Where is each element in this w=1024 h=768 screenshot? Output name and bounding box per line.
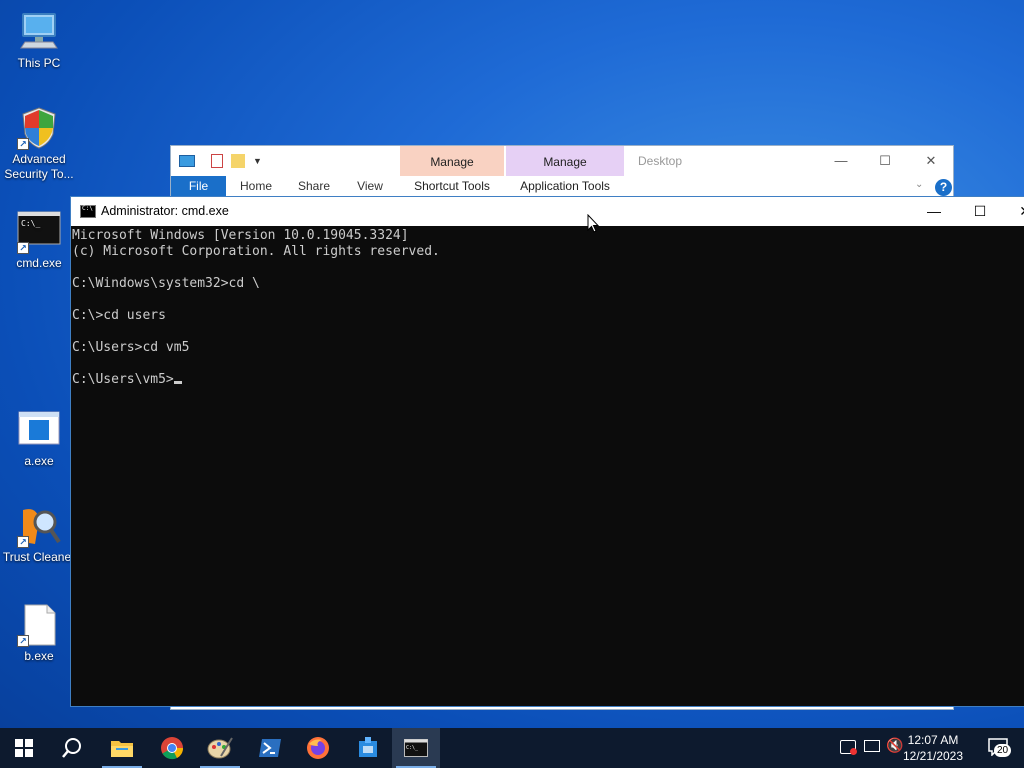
console-line: Microsoft Windows [Version 10.0.19045.33… [72,228,409,243]
file-icon: ↗ [17,603,61,647]
search-button[interactable] [48,728,96,768]
maximize-button[interactable]: ☐ [957,197,1003,226]
ribbon-tabs: File Home Share View [171,176,398,196]
new-folder-icon[interactable] [231,154,245,168]
notification-center-button[interactable]: 20 [988,738,1014,758]
chevron-down-icon[interactable]: ▼ [253,156,262,166]
notification-count-badge: 20 [994,744,1012,757]
taskbar-chrome[interactable] [148,728,196,768]
puzzle-icon [359,737,377,757]
shortcut-arrow-icon: ↗ [17,242,29,254]
taskbar-powershell[interactable] [246,728,294,768]
desktop-icon-label: a.exe [24,454,54,468]
network-icon[interactable] [864,740,880,752]
terminal-icon [80,205,96,218]
error-badge-icon [850,748,857,755]
quick-access-toolbar: ▼ [179,154,262,168]
shortcut-arrow-icon: ↗ [17,536,29,548]
context-tab-header: Manage [506,146,624,176]
tab-view[interactable]: View [342,176,398,196]
tab-file[interactable]: File [171,176,226,196]
desktop-icon-label: This PC [17,56,61,70]
powershell-icon [259,739,281,757]
firefox-icon [307,737,329,759]
cmd-title: Administrator: cmd.exe [101,204,229,218]
desktop-icon-b-exe[interactable]: ↗ b.exe [2,603,76,664]
close-button[interactable]: ✕ [1003,197,1024,226]
taskbar-firefox[interactable] [294,728,342,768]
tab-home[interactable]: Home [226,176,286,196]
console-output[interactable]: Microsoft Windows [Version 10.0.19045.33… [71,226,1024,390]
shield-icon: ↗ [17,106,61,150]
folder-icon [111,741,133,757]
help-icon[interactable]: ? [935,179,952,196]
system-tray: 🔇 12:07 AM 12/21/2023 20 [824,728,1024,768]
desktop-icon-this-pc[interactable]: This PC [2,10,76,71]
desktop-icon-trust-cleaner[interactable]: ↗ Trust Cleaner [2,504,76,565]
clock-time: 12:07 AM [907,733,959,747]
desktop-icon-label: Advanced Security To... [4,152,74,181]
svg-text:C:\_: C:\_ [406,745,419,751]
properties-icon[interactable] [211,154,223,168]
tab-application-tools[interactable]: Application Tools [506,176,624,196]
clock[interactable]: 12:07 AM 12/21/2023 [898,732,968,764]
close-button[interactable]: ✕ [909,150,953,172]
taskbar-app[interactable] [344,728,392,768]
desktop-icon-a-exe[interactable]: a.exe [2,408,76,469]
windows-logo-icon [15,739,33,757]
desktop-icon-cmd[interactable]: C:\_ ↗ cmd.exe [2,210,76,271]
taskbar-cmd[interactable]: C:\_ [392,728,440,768]
text-cursor [173,381,182,384]
minimize-button[interactable]: — [819,150,863,172]
paint-palette-icon [207,737,233,759]
mouse-pointer-icon [587,213,600,239]
context-tab-header: Manage [400,146,504,176]
tab-shortcut-tools[interactable]: Shortcut Tools [400,176,504,196]
window-icon[interactable] [179,155,195,167]
console-line: (c) Microsoft Corporation. All rights re… [72,244,440,259]
magnifier-icon: ↗ [17,504,61,548]
console-line: C:\Users>cd vm5 [72,340,190,355]
context-tab-application-tools[interactable]: Manage Application Tools [506,146,624,196]
desktop-icon-advanced-security[interactable]: ↗ Advanced Security To... [2,106,76,182]
terminal-icon: C:\_ ↗ [17,210,61,254]
shortcut-arrow-icon: ↗ [17,635,29,647]
tab-share[interactable]: Share [286,176,342,196]
console-prompt-line: C:\Users\vm5> [72,372,1024,388]
console-line: C:\Windows\system32>cd \ [72,276,260,291]
desktop-icon-label: cmd.exe [16,256,62,270]
taskbar-file-explorer[interactable] [98,728,146,768]
chrome-icon [161,737,184,760]
application-icon [17,408,61,452]
desktop-icon-label: Trust Cleaner [2,550,76,564]
cmd-window[interactable]: Administrator: cmd.exe — ☐ ✕ Microsoft W… [70,196,1024,707]
minimize-button[interactable]: — [911,197,957,226]
maximize-button[interactable]: ☐ [863,150,907,172]
taskbar-paint[interactable] [196,728,244,768]
svg-text:C:\_: C:\_ [21,219,40,228]
console-line: C:\>cd users [72,308,166,323]
taskbar: C:\_ 🔇 12:07 AM 12/21/2023 20 [0,728,1024,768]
search-icon [62,738,81,758]
terminal-icon: C:\_ [404,739,428,757]
shortcut-arrow-icon: ↗ [17,138,29,150]
cmd-titlebar[interactable]: Administrator: cmd.exe — ☐ ✕ [71,197,1024,226]
context-tab-shortcut-tools[interactable]: Manage Shortcut Tools [400,146,504,196]
explorer-title: Desktop [638,154,683,168]
ribbon-expand-icon[interactable]: ⌄ [915,179,923,190]
desktop-icon-label: b.exe [24,649,54,663]
start-button[interactable] [0,728,48,768]
clock-date: 12/21/2023 [902,749,964,763]
console-prompt: C:\Users\vm5> [72,372,174,387]
computer-icon [17,10,61,54]
